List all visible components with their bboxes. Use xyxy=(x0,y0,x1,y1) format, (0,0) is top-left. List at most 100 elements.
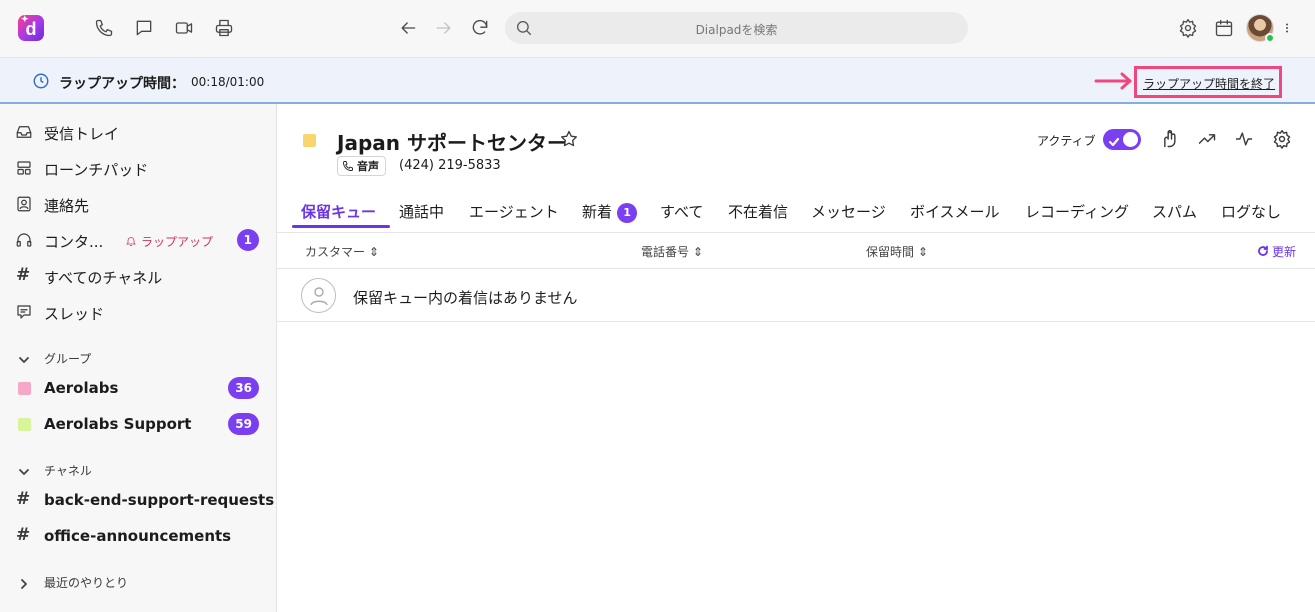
end-wrapup-highlight: ラップアップ時間を終了 xyxy=(1134,66,1282,98)
page-title: Japan サポートセンター xyxy=(337,131,567,155)
section-groups-toggle[interactable]: グループ xyxy=(0,346,276,370)
launchpad-icon xyxy=(15,159,33,177)
refresh-icon xyxy=(1258,245,1268,256)
section-recent-toggle[interactable]: 最近のやりとり xyxy=(0,570,276,594)
section-header: チャネル xyxy=(44,464,92,478)
search-placeholder: Dialpadを検索 xyxy=(695,23,778,37)
tab-spam[interactable]: スパム xyxy=(1152,196,1197,228)
chevron-down-icon xyxy=(18,463,30,475)
trend-icon[interactable] xyxy=(1197,129,1219,151)
contacts-icon xyxy=(15,195,33,213)
section-channels-toggle[interactable]: チャネル xyxy=(0,458,276,482)
sidebar-item-label: 連絡先 xyxy=(44,197,90,215)
sidebar-item-contact-center[interactable]: コンタ... ラップアップ 1 xyxy=(0,225,276,255)
chat-icon[interactable] xyxy=(133,17,155,39)
column-phone[interactable]: 電話番号 ⇕ xyxy=(641,243,703,260)
dialpad-logo[interactable]: ✦ d xyxy=(18,14,44,41)
active-label: アクティブ xyxy=(1037,134,1096,148)
active-toggle[interactable] xyxy=(1103,129,1141,150)
video-icon[interactable] xyxy=(173,17,195,39)
sort-icon: ⇕ xyxy=(692,245,703,259)
count-badge: 36 xyxy=(228,377,259,399)
wrapup-banner: ラップアップ時間： 00:18/01:00 ラップアップ時間を終了 xyxy=(0,58,1315,104)
bell-icon xyxy=(125,235,137,247)
sidebar-item-label: Aerolabs xyxy=(44,379,119,397)
online-status-dot xyxy=(1265,33,1275,43)
tab-on-call[interactable]: 通話中 xyxy=(399,196,444,228)
tab-agents[interactable]: エージェント xyxy=(469,196,559,228)
sidebar-item-label: Aerolabs Support xyxy=(44,415,192,433)
calendar-icon[interactable] xyxy=(1213,17,1235,39)
check-icon xyxy=(1108,133,1120,147)
sort-icon: ⇕ xyxy=(917,245,928,259)
tab-new[interactable]: 新着 1 xyxy=(582,196,638,228)
count-badge: 1 xyxy=(236,229,259,251)
tab-no-log[interactable]: ログなし xyxy=(1221,196,1281,228)
sidebar-channel-back-end-support-requests[interactable]: # back-end-support-requests xyxy=(0,485,276,515)
top-bar: ✦ d Dialpadを検索 xyxy=(0,0,1315,58)
tab-hold-queue[interactable]: 保留キュー xyxy=(301,196,376,228)
sidebar-item-inbox[interactable]: 受信トレイ xyxy=(0,117,276,147)
group-color-square xyxy=(18,418,31,431)
gear-icon[interactable] xyxy=(1177,17,1199,39)
thread-icon xyxy=(15,303,33,321)
inbox-icon xyxy=(15,123,33,141)
column-hold-time[interactable]: 保留時間 ⇕ xyxy=(866,243,928,260)
queue-tabs: 保留キュー 通話中 エージェント 新着 1 すべて 不在着信 メッセージ ボイスメ… xyxy=(277,196,1315,230)
more-icon[interactable] xyxy=(1281,17,1293,39)
back-arrow-icon[interactable] xyxy=(397,17,419,39)
voice-chip: 音声 xyxy=(337,156,386,176)
phone-icon xyxy=(343,161,353,171)
table-header: カスタマー ⇕ 電話番号 ⇕ 保留時間 ⇕ 更新 xyxy=(277,232,1315,269)
sidebar-item-label: コンタ... xyxy=(44,233,104,251)
tab-recordings[interactable]: レコーディング xyxy=(1025,196,1129,228)
tab-voicemail[interactable]: ボイスメール xyxy=(910,196,1000,228)
sidebar-item-threads[interactable]: スレッド xyxy=(0,297,276,327)
main-panel: Japan サポートセンター 音声 (424) 219-5833 アクティブ 保… xyxy=(277,104,1315,612)
chevron-down-icon xyxy=(18,351,30,363)
printer-icon[interactable] xyxy=(213,17,235,39)
search-bar[interactable]: Dialpadを検索 xyxy=(505,12,968,44)
column-customer[interactable]: カスタマー ⇕ xyxy=(305,243,379,260)
section-header: グループ xyxy=(44,352,92,366)
hash-icon: # xyxy=(16,525,31,545)
phone-icon[interactable] xyxy=(93,17,115,39)
sidebar-group-aerolabs-support[interactable]: Aerolabs Support 59 xyxy=(0,409,276,439)
queue-phone-number: (424) 219-5833 xyxy=(399,158,501,173)
reload-icon[interactable] xyxy=(469,17,491,39)
tab-messages[interactable]: メッセージ xyxy=(811,196,886,228)
sidebar-item-label: スレッド xyxy=(44,305,105,323)
sidebar: 受信トレイ ローンチパッド 連絡先 コンタ... ラップアップ 1 # すべての… xyxy=(0,104,277,612)
refresh-button[interactable]: 更新 xyxy=(1257,243,1296,260)
end-wrapup-button[interactable]: ラップアップ時間を終了 xyxy=(1143,75,1275,92)
empty-state-row: 保留キュー内の着信はありません xyxy=(277,269,1315,322)
hash-icon: # xyxy=(16,265,31,285)
wrapup-timer: 00:18/01:00 xyxy=(191,75,265,89)
sidebar-item-contacts[interactable]: 連絡先 xyxy=(0,189,276,219)
tab-all[interactable]: すべて xyxy=(660,196,703,228)
tab-missed[interactable]: 不在着信 xyxy=(728,196,788,228)
sidebar-item-all-channels[interactable]: # すべてのチャネル xyxy=(0,261,276,291)
sidebar-channel-office-announcements[interactable]: # office-announcements xyxy=(0,521,276,551)
headset-icon xyxy=(15,231,33,249)
user-avatar[interactable] xyxy=(1246,14,1275,43)
sidebar-item-label: back-end-support-requests xyxy=(44,491,275,509)
hand-raise-icon[interactable] xyxy=(1159,129,1181,151)
settings-gear-icon[interactable] xyxy=(1272,129,1294,151)
forward-arrow-icon[interactable] xyxy=(433,17,455,39)
sidebar-group-aerolabs[interactable]: Aerolabs 36 xyxy=(0,373,276,403)
sidebar-item-launchpad[interactable]: ローンチパッド xyxy=(0,153,276,183)
activity-icon[interactable] xyxy=(1234,129,1256,151)
star-icon[interactable] xyxy=(559,129,579,149)
hash-icon: # xyxy=(16,489,31,509)
group-color-square xyxy=(18,382,31,395)
clock-icon xyxy=(32,72,50,90)
queue-color-square xyxy=(303,134,316,147)
toggle-knob xyxy=(1123,132,1138,147)
person-placeholder-icon xyxy=(301,278,336,313)
tab-count-badge: 1 xyxy=(617,203,638,223)
sidebar-item-label: office-announcements xyxy=(44,527,232,545)
highlight-arrow-icon xyxy=(1094,72,1134,90)
sort-icon: ⇕ xyxy=(368,245,379,259)
sidebar-item-label: すべてのチャネル xyxy=(44,269,163,287)
